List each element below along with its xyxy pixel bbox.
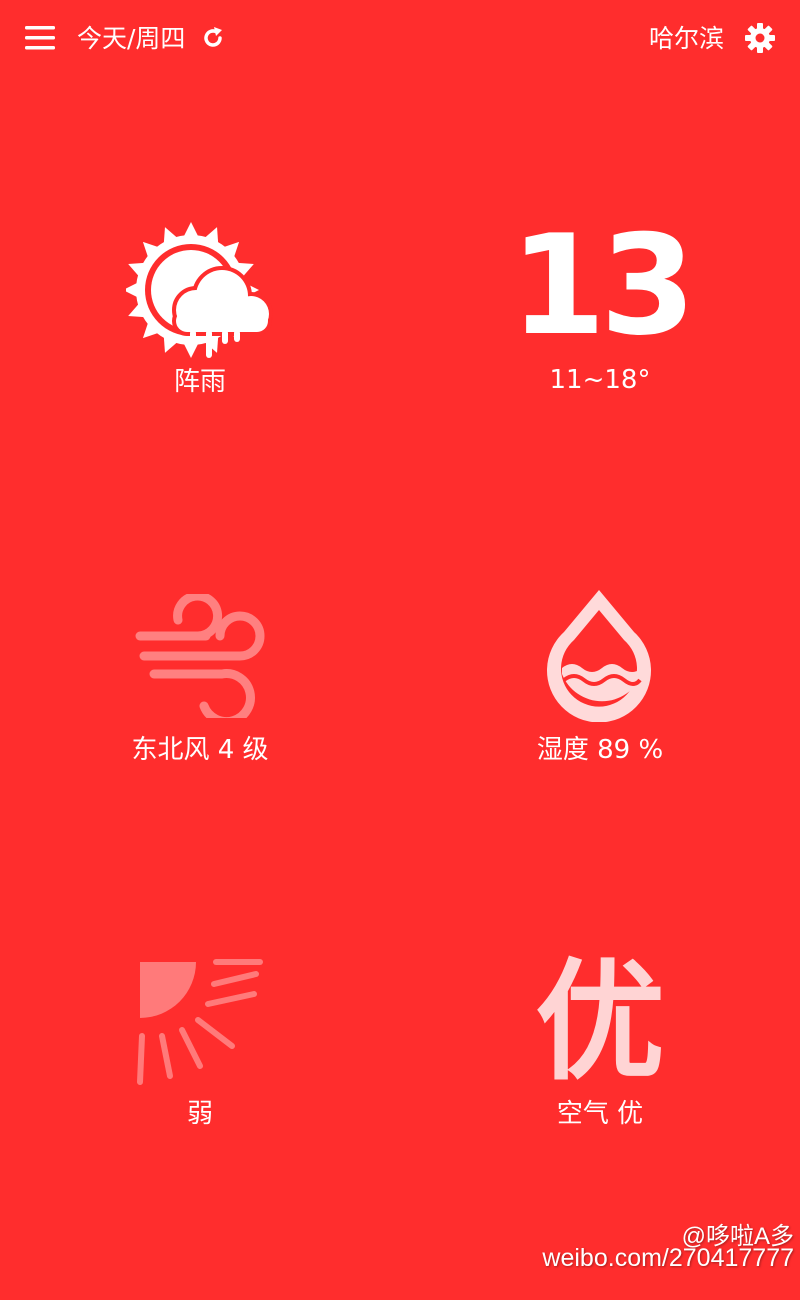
- humidity-label: 湿度 89 %: [536, 735, 664, 765]
- refresh-button[interactable]: [196, 20, 230, 56]
- temperature-panel: 13 11~18°: [400, 200, 800, 560]
- condition-panel: 阵雨: [0, 200, 400, 560]
- top-bar: 今天/周四 哈尔滨: [0, 0, 800, 80]
- wind-icon: [134, 591, 268, 727]
- condition-label: 阵雨: [173, 367, 226, 397]
- settings-button[interactable]: [740, 18, 780, 58]
- watermark-url: weibo.com/270417777: [542, 1244, 794, 1272]
- water-drop-icon: [542, 588, 656, 726]
- wind-label: 东北风 4 级: [131, 735, 269, 765]
- gear-icon: [745, 23, 775, 53]
- menu-button[interactable]: [16, 16, 64, 60]
- air-quality-label: 空气 优: [556, 1099, 644, 1129]
- humidity-panel: 湿度 89 %: [400, 570, 800, 930]
- sun-rays-icon: [136, 958, 266, 1092]
- current-temperature: 13: [509, 205, 696, 366]
- uv-panel: 弱: [0, 940, 400, 1300]
- wind-panel: 东北风 4 级: [0, 570, 400, 930]
- air-quality-value: 优: [534, 946, 665, 1098]
- refresh-icon: [204, 27, 222, 47]
- sun-cloud-rain-icon: [123, 218, 274, 367]
- date-label[interactable]: 今天/周四: [77, 22, 185, 56]
- uv-label: 弱: [186, 1099, 213, 1129]
- temperature-range: 11~18°: [549, 365, 651, 395]
- city-label[interactable]: 哈尔滨: [649, 22, 724, 56]
- menu-icon: [25, 26, 55, 50]
